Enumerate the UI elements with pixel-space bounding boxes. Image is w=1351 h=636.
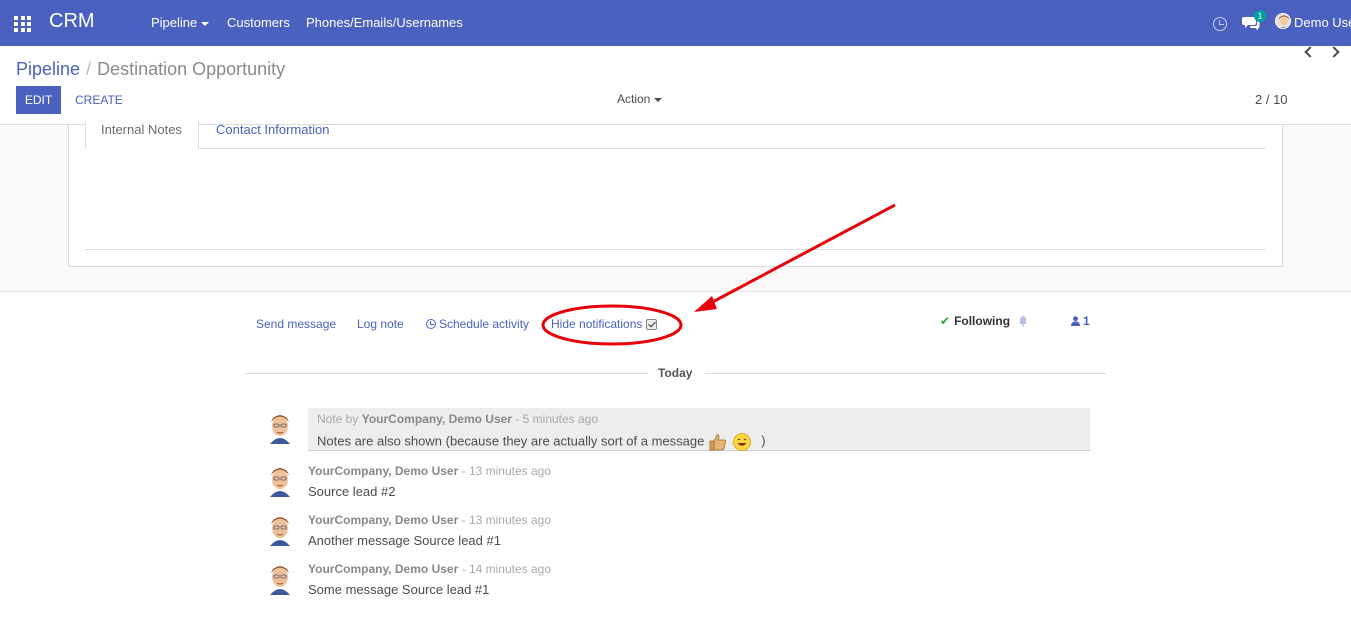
message-author[interactable]: YourCompany, Demo User [362,412,512,426]
message-time: - 5 minutes ago [515,412,599,426]
annotation-arrow-head [694,296,717,312]
breadcrumb-pipeline[interactable]: Pipeline [16,59,80,79]
user-name[interactable]: Demo User [1294,15,1351,30]
tab-contact-information[interactable]: Contact Information [201,121,344,149]
user-avatar[interactable] [1275,13,1291,29]
schedule-activity-label: Schedule activity [439,317,530,331]
followers-count: 1 [1083,314,1090,328]
following-button[interactable]: ✔ Following [940,314,1010,328]
edit-button[interactable]: EDIT [16,86,61,114]
following-label: Following [954,314,1011,328]
followers-button[interactable]: 1 [1071,314,1090,328]
message-body: Another message Source lead #1 [308,533,501,548]
message-body: Source lead #2 [308,484,396,499]
thumbs-up-icon [709,434,726,451]
breadcrumb: Pipeline / Destination Opportunity [16,59,285,80]
message-avatar[interactable] [266,410,294,444]
note-prefix: Note by [317,412,359,426]
bell-icon[interactable] [1017,315,1029,327]
app-title: CRM [49,10,95,32]
menu-pipeline-label: Pipeline [151,15,198,30]
send-message-button[interactable]: Send message [256,317,336,331]
message-text-suffix: ) [761,433,766,449]
message-header: YourCompany, Demo User - 13 minutes ago [308,513,551,527]
message-time: - 14 minutes ago [461,562,551,576]
action-dropdown[interactable]: Action [617,92,663,106]
message-time: - 13 minutes ago [461,464,551,478]
breadcrumb-separator: / [86,59,92,79]
activity-clock-icon[interactable] [1213,17,1227,31]
chat-unread-badge: 1 [1254,10,1266,22]
message-header: YourCompany, Demo User - 13 minutes ago [308,464,551,478]
tab-internal-notes[interactable]: Internal Notes [85,121,199,149]
message-header: YourCompany, Demo User - 14 minutes ago [308,562,551,576]
pager-value[interactable]: 2 / 10 [1255,92,1288,107]
top-navbar: CRM Pipeline Customers Phones/Emails/Use… [0,0,1351,46]
date-separator-label: Today [658,366,693,380]
date-separator-line-right [705,373,1106,374]
date-separator-line-left [245,373,648,374]
message-header: Note by YourCompany, Demo User - 5 minut… [317,412,598,426]
control-panel: Pipeline / Destination Opportunity EDIT CR… [0,46,1351,125]
check-icon: ✔ [940,314,951,328]
apps-menu-icon[interactable] [14,16,31,32]
menu-customers[interactable]: Customers [227,15,290,30]
create-button[interactable]: CREATE [75,86,123,114]
menu-pipeline[interactable]: Pipeline [151,15,210,30]
hide-notifications-toggle[interactable]: Hide notifications [551,317,658,331]
hide-notifications-label: Hide notifications [551,317,643,331]
message-text: Notes are also shown (because they are a… [317,433,705,449]
person-icon [1071,316,1080,326]
message-body: Notes are also shown (because they are a… [317,432,766,452]
message-body: Some message Source lead #1 [308,582,490,597]
breadcrumb-current: Destination Opportunity [97,59,286,79]
message-author[interactable]: YourCompany, Demo User [308,464,458,478]
message-time: - 13 minutes ago [461,513,551,527]
message-avatar[interactable] [266,561,294,595]
message-avatar[interactable] [266,463,294,497]
clock-icon [426,319,436,329]
menu-phones-emails[interactable]: Phones/Emails/Usernames [306,15,463,30]
caret-down-icon [654,97,663,102]
message-avatar[interactable] [266,512,294,546]
message-author[interactable]: YourCompany, Demo User [308,562,458,576]
checkbox-checked-icon[interactable] [646,319,658,330]
smile-icon [732,433,751,451]
schedule-activity-button[interactable]: Schedule activity [426,317,529,331]
log-note-button[interactable]: Log note [357,317,404,331]
message-author[interactable]: YourCompany, Demo User [308,513,458,527]
action-dropdown-label: Action [617,92,651,106]
tab-content-divider [85,249,1266,250]
caret-down-icon [201,21,210,26]
